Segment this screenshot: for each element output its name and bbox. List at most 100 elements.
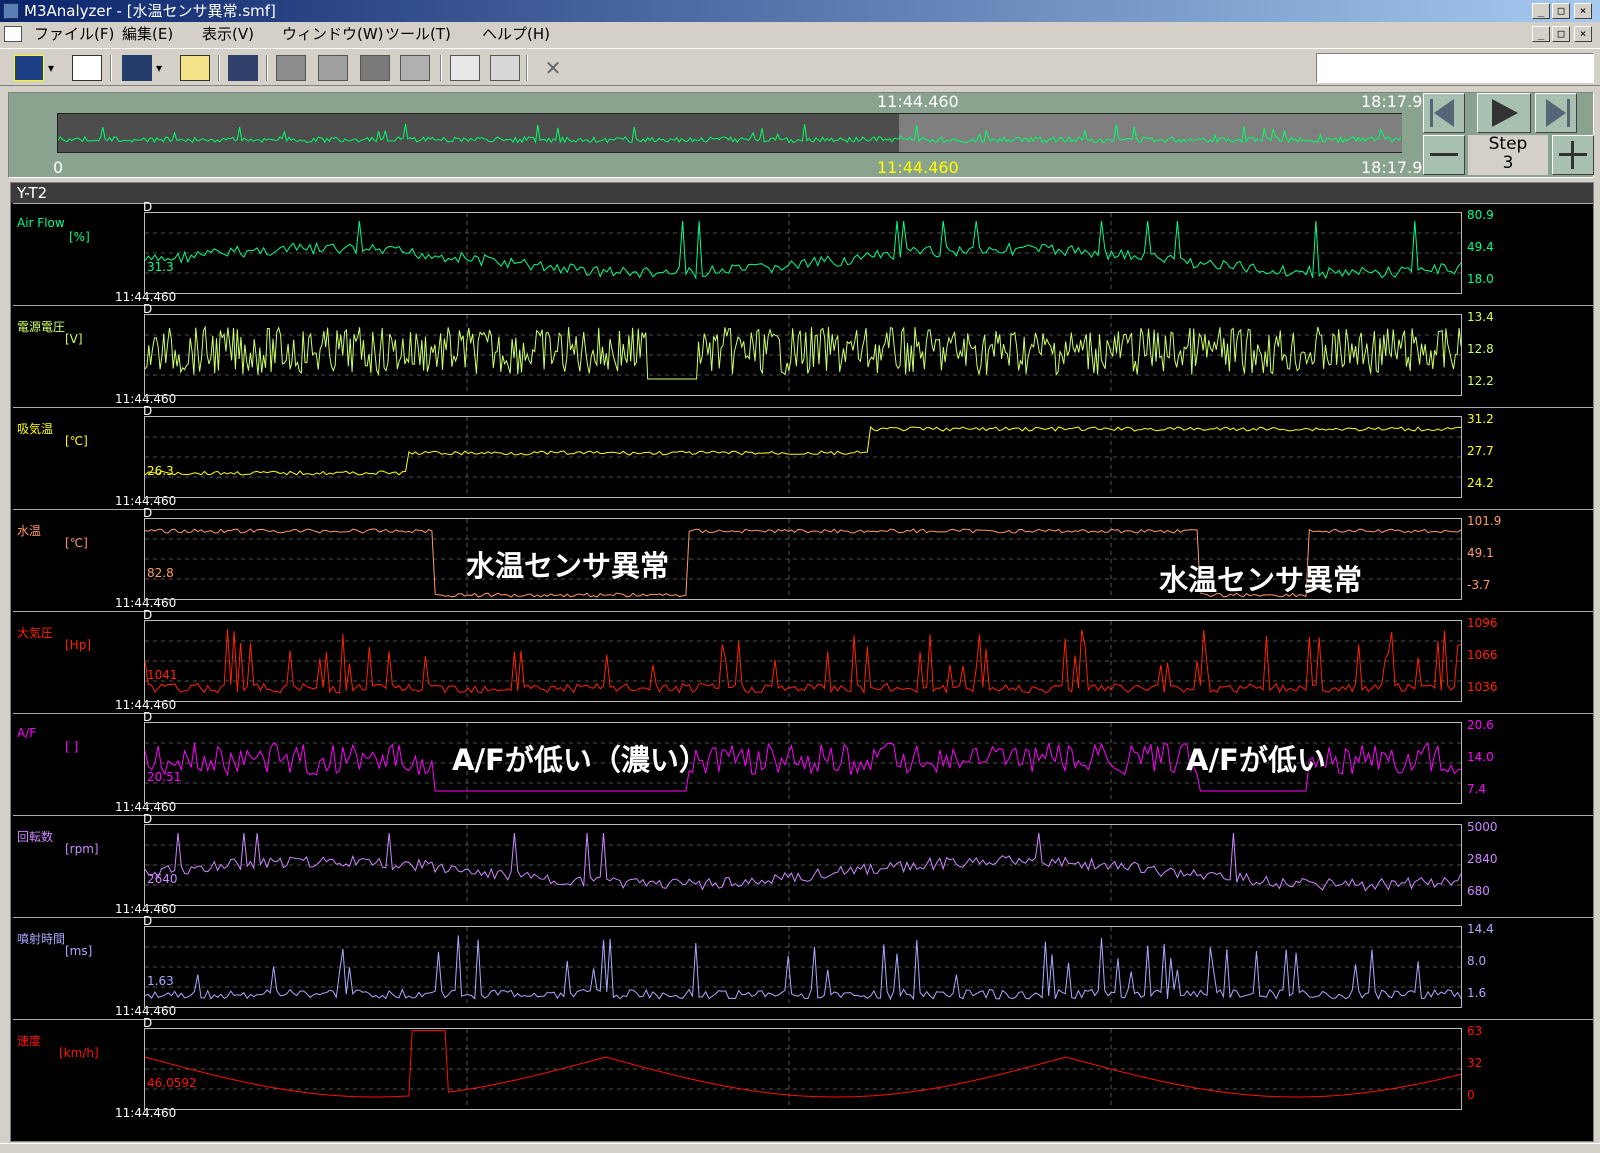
step-indicator: Step 3 (1468, 135, 1548, 175)
step-value: 3 (1502, 153, 1514, 173)
channel-unit: [℃] (65, 434, 88, 448)
y-tick-mid: 1066 (1467, 648, 1498, 662)
pin-icon[interactable]: ✕ (538, 55, 568, 81)
menu-window[interactable]: ウィンドウ(W) (282, 22, 384, 46)
channel-trace (144, 832, 1462, 892)
y-tick-min: 1.6 (1467, 986, 1487, 1000)
gray-box-icon[interactable] (276, 55, 306, 81)
channel-name: 吸気温 (17, 422, 54, 436)
doc-restore-button[interactable]: □ (1552, 26, 1570, 42)
channel-strip[interactable]: D 回転数 [rpm] 11:44.460 2640 5000 2840 680 (13, 812, 1593, 917)
channel-plot[interactable] (144, 1028, 1462, 1110)
menu-edit[interactable]: 編集(E) (122, 22, 173, 46)
triangle-box-icon[interactable] (318, 55, 348, 81)
menu-tools[interactable]: ツール(T) (385, 22, 451, 46)
overview-panel: 11:44.460 18:17.910 0 11:44.460 18:17.91… (8, 92, 1594, 178)
annotation-water-temp-1: 水温センサ異常 (466, 549, 670, 583)
title-bar: M3Analyzer - [水温センサ異常.smf] _ □ × (0, 0, 1600, 22)
dark-box-icon[interactable] (360, 55, 390, 81)
y-tick-max: 20.6 (1467, 718, 1494, 732)
channel-strip[interactable]: D 吸気温 [℃] 11:44.460 26.3 31.2 27.7 24.2 (13, 404, 1593, 509)
channel-plot[interactable] (144, 212, 1462, 294)
zoom-in-button[interactable] (1552, 135, 1594, 175)
play-button[interactable] (1477, 93, 1531, 133)
channel-trace (144, 425, 1462, 476)
zoom-out-button[interactable] (1423, 135, 1465, 175)
app-window: M3Analyzer - [水温センサ異常.smf] _ □ × ファイル(F)… (0, 0, 1600, 1153)
status-bar (0, 1143, 1600, 1153)
graph-icon[interactable] (14, 55, 44, 81)
channel-name: 回転数 (17, 830, 54, 844)
doc-close-button[interactable]: × (1574, 26, 1592, 42)
y-tick-max: 14.4 (1467, 922, 1494, 936)
menu-bar: ファイル(F) 編集(E) 表示(V) ウィンドウ(W) ツール(T) ヘルプ(… (0, 22, 1600, 46)
y-tick-max: 1096 (1467, 616, 1498, 630)
channel-name: 水温 (17, 524, 42, 538)
print-icon[interactable] (490, 55, 520, 81)
channel-strip[interactable]: D 電源電圧 [V] 11:44.460 13.4 12.8 12.2 (13, 302, 1593, 407)
window-title: M3Analyzer - [水温センサ異常.smf] (24, 2, 276, 20)
channel-plot[interactable] (144, 416, 1462, 498)
doc-minimize-button[interactable]: _ (1532, 26, 1550, 42)
channel-unit: [km/h] (59, 1046, 99, 1060)
y-tick-min: 7.4 (1467, 782, 1487, 796)
y-tick-mid: 12.8 (1467, 342, 1494, 356)
menu-file[interactable]: ファイル(F) (34, 22, 114, 46)
y-tick-mid: 8.0 (1467, 954, 1487, 968)
step-back-button[interactable] (1423, 93, 1465, 133)
maximize-button[interactable]: □ (1552, 3, 1570, 19)
channel-plot[interactable] (144, 824, 1462, 906)
channel-unit: [℃] (65, 536, 88, 550)
document-icon (4, 26, 22, 42)
chevron-down-icon[interactable]: ▾ (156, 55, 168, 81)
y-tick-mid: 27.7 (1467, 444, 1494, 458)
step-forward-button[interactable] (1535, 93, 1577, 133)
y-tick-max: 80.9 (1467, 208, 1494, 222)
measure-icon[interactable] (180, 55, 210, 81)
y-tick-max: 5000 (1467, 820, 1498, 834)
channel-strip[interactable]: D Air Flow [%] 11:44.460 31.3 80.9 49.4 18.0 (13, 200, 1593, 305)
y-tick-mid: 2840 (1467, 852, 1498, 866)
yt-panel: Y-T2 D Air Flow [%] 11:44.460 31.3 80.9 49.4 18… (10, 182, 1594, 1142)
channel-unit: [V] (65, 332, 83, 346)
y-tick-mid: 49.4 (1467, 240, 1494, 254)
channel-unit: [ms] (65, 944, 93, 958)
overview-start: 0 (53, 158, 64, 177)
channel-plot[interactable] (144, 314, 1462, 396)
channel-unit: [%] (69, 230, 90, 244)
minimize-button[interactable]: _ (1532, 3, 1550, 19)
y-tick-min: 24.2 (1467, 476, 1494, 490)
monitor-icon[interactable] (228, 55, 258, 81)
overview-line (58, 123, 1401, 144)
channel-name: Air Flow (17, 216, 65, 230)
y-tick-mid: 14.0 (1467, 750, 1494, 764)
channel-unit: [ ] (65, 740, 79, 754)
channel-strip[interactable]: D A/F[ ] 11:44.460 20.51 20.6 14.0 7.4 (13, 710, 1593, 815)
channel-trace (144, 1030, 1462, 1098)
channel-strip[interactable]: D 噴射時間 [ms] 11:44.460 1.63 14.4 8.0 1.6 (13, 914, 1593, 1019)
overview-top-center-time: 11:44.460 (877, 92, 959, 111)
close-button[interactable]: × (1574, 3, 1592, 19)
waveform-icon[interactable] (72, 55, 102, 81)
data-transfer-icon[interactable] (122, 55, 152, 81)
preview-icon[interactable] (450, 55, 480, 81)
y-tick-min: 0 (1467, 1088, 1475, 1102)
chevron-down-icon[interactable]: ▾ (48, 55, 60, 81)
toolbar-input[interactable] (1316, 53, 1594, 83)
text-icon[interactable] (400, 55, 430, 81)
channel-plot[interactable] (144, 926, 1462, 1008)
step-label: Step (1488, 134, 1528, 154)
y-tick-min: 12.2 (1467, 374, 1494, 388)
overview-strip[interactable] (57, 113, 1402, 153)
channel-strip[interactable]: D 大気圧 [Hp] 11:44.460 1041 1096 1066 1036 (13, 608, 1593, 713)
menu-view[interactable]: 表示(V) (202, 22, 254, 46)
annotation-af-low: A/Fが低い (1186, 743, 1326, 777)
y-tick-max: 101.9 (1467, 514, 1502, 528)
y-tick-min: 680 (1467, 884, 1490, 898)
channel-strip[interactable]: D 速度 [km/h] 11:44.460 46.0592 63 32 0 (13, 1016, 1593, 1121)
menu-help[interactable]: ヘルプ(H) (482, 22, 550, 46)
yt-title: Y-T2 (11, 183, 1593, 203)
channel-plot[interactable] (144, 620, 1462, 702)
channel-name: 電源電圧 (17, 320, 66, 334)
channel-name: 大気圧 (17, 626, 54, 640)
